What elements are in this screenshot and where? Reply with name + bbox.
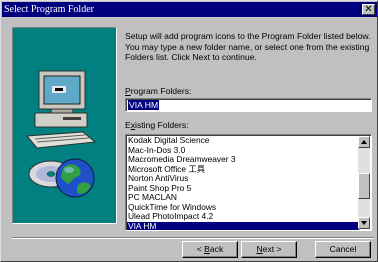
program-folder-input[interactable]: VIA HM (125, 98, 372, 112)
window-title: Select Program Folder (4, 4, 94, 15)
program-folder-value: VIA HM (128, 100, 160, 110)
list-scrollbar[interactable] (358, 136, 370, 229)
scroll-thumb[interactable] (358, 173, 370, 199)
existing-folders-label: Existing Folders: (125, 120, 189, 130)
program-folders-label-rest: rogram Folders: (130, 86, 192, 96)
scroll-down-icon (361, 221, 367, 225)
back-button[interactable]: < Back (182, 241, 238, 258)
existing-folders-label-rest: isting Folders: (135, 120, 189, 130)
scroll-up-button[interactable] (358, 136, 370, 148)
program-folders-label: Program Folders: (125, 86, 191, 96)
next-rest: ext > (262, 244, 282, 254)
list-item-selected[interactable]: VIA HM (127, 221, 359, 230)
computer-icon (25, 70, 97, 149)
close-icon: ✕ (364, 4, 373, 15)
instructions-text: Setup will add program icons to the Prog… (125, 31, 371, 62)
setup-illustration (25, 70, 97, 198)
existing-folders-list[interactable]: Kodak Digital Science Mac-In-Dos 3.0 Mac… (125, 134, 372, 231)
globe-icon (55, 158, 95, 198)
back-rest: ack (209, 244, 224, 254)
scroll-up-icon (361, 140, 367, 144)
setup-art-panel (12, 27, 117, 224)
scroll-down-button[interactable] (358, 217, 370, 229)
close-button[interactable]: ✕ (362, 4, 375, 15)
list-item[interactable]: Ulead PhotoImpact 4.2 (127, 211, 359, 222)
next-button[interactable]: Next > (241, 241, 297, 258)
button-separator (12, 237, 374, 239)
title-bar[interactable]: Select Program Folder ✕ (2, 2, 377, 17)
cancel-button[interactable]: Cancel (315, 241, 371, 258)
select-program-folder-dialog: Select Program Folder ✕ Setup will add p… (0, 0, 378, 262)
